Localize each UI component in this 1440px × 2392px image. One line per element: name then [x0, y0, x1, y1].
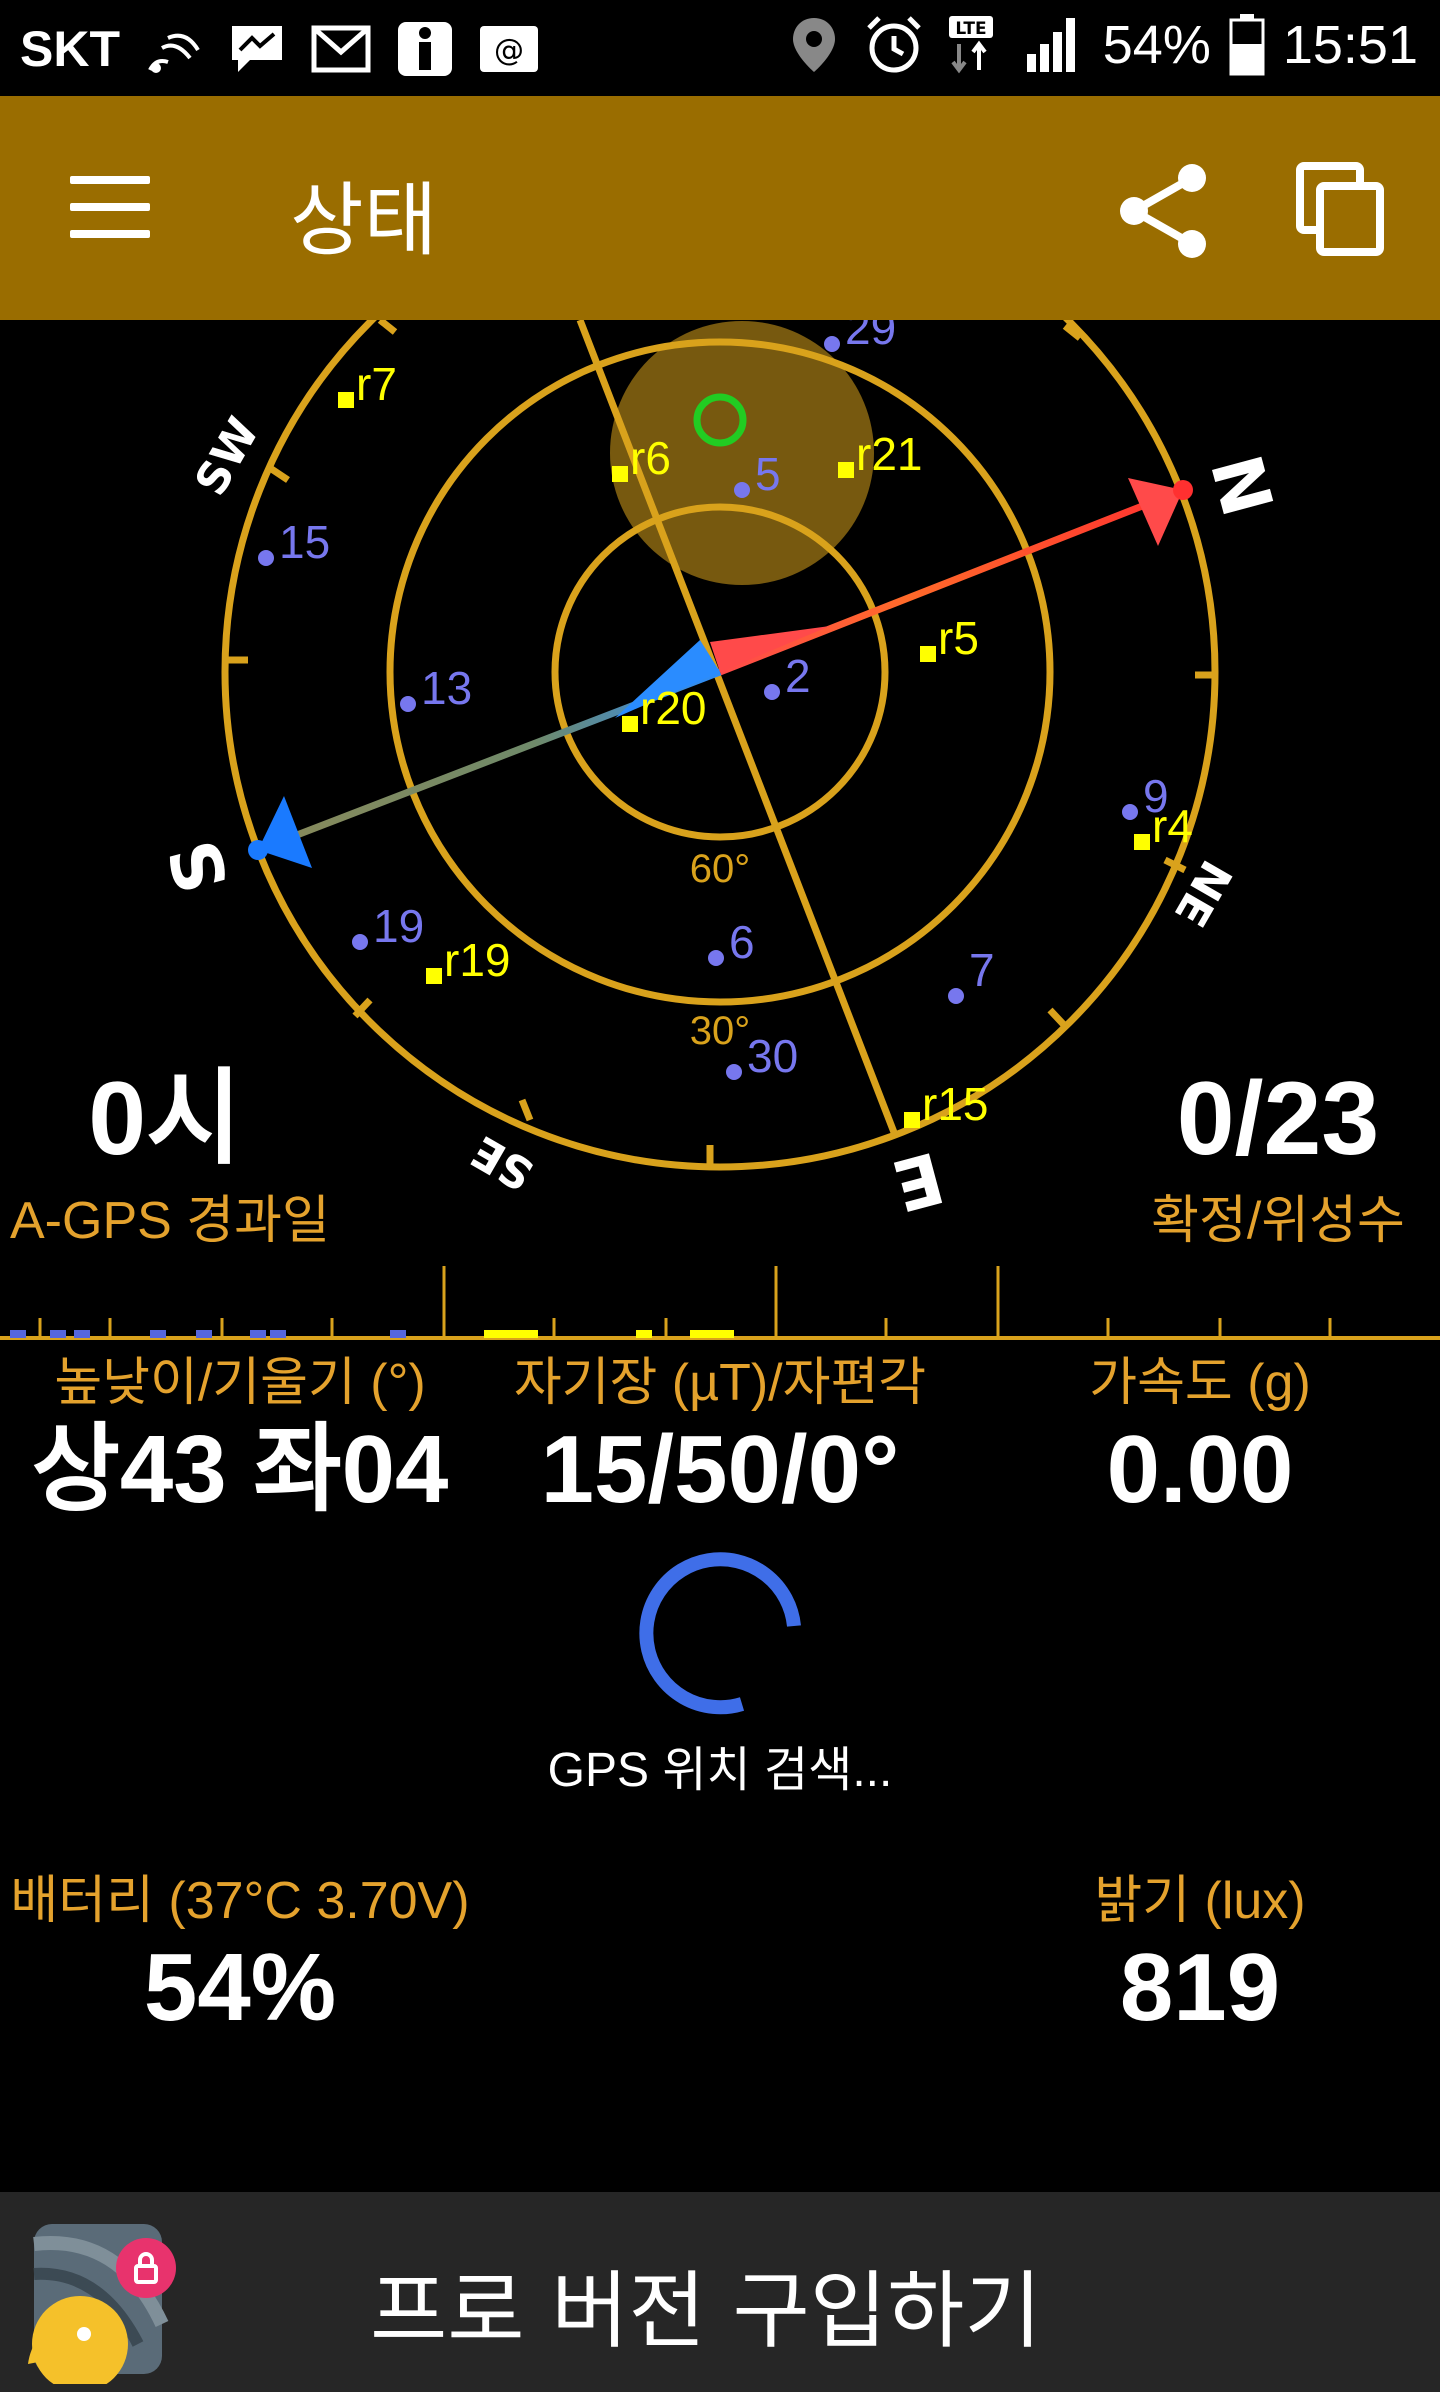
gps-satellite-label: 19	[373, 900, 424, 952]
glonass-satellite-label: r19	[444, 934, 510, 986]
gps-satellite-label: 2	[785, 650, 811, 702]
tilt-label: 높낮이/기울기 (°)	[54, 1354, 426, 1412]
agps-value: 0시	[88, 1061, 242, 1177]
needle-center-north	[710, 626, 830, 672]
buy-pro-button[interactable]: 프로 버전 구입하기	[0, 2192, 1440, 2392]
glonass-satellite	[920, 646, 936, 662]
info-app-icon	[398, 22, 452, 76]
share-icon[interactable]	[1108, 156, 1218, 266]
agps-label: A-GPS 경과일	[10, 1192, 330, 1250]
gps-satellite	[400, 696, 416, 712]
glonass-satellite-label: r15	[922, 1078, 988, 1130]
signal-strength-bar	[0, 1266, 1440, 1340]
gps-satellite-label: 7	[969, 944, 995, 996]
gps-satellite	[734, 482, 750, 498]
glonass-satellite-label: r7	[356, 358, 397, 410]
gps-satellite-label: 29	[845, 320, 896, 354]
status-bar: SKT @ LTE 54% 15:51	[0, 0, 1440, 96]
carrier-label: SKT	[20, 21, 120, 77]
gps-satellite-label: 15	[279, 516, 330, 568]
gps-satellite	[948, 988, 964, 1004]
location-icon	[792, 18, 835, 72]
fix-value: 0/23	[1176, 1061, 1380, 1177]
battery-panel: 배터리 (37°C 3.70V) 54%	[0, 1858, 480, 2043]
battery-value: 54%	[143, 1934, 337, 2041]
alarm-icon	[866, 16, 921, 73]
battery-label: 배터리 (37°C 3.70V)	[10, 1872, 470, 1930]
gmail-icon	[311, 25, 371, 73]
gps-status-text: GPS 위치 검색...	[547, 1744, 893, 1797]
glonass-satellite	[612, 466, 628, 482]
glonass-satellite-label: r20	[640, 682, 706, 734]
direction-se: SE	[463, 1125, 542, 1200]
glonass-satellite-label: r5	[938, 612, 979, 664]
glonass-satellite	[426, 968, 442, 984]
brightness-value: 819	[1119, 1934, 1281, 2041]
magnetic-label: 자기장 (µT)/자편각	[513, 1354, 927, 1412]
loading-spinner	[639, 1552, 801, 1715]
clock: 15:51	[1282, 15, 1418, 75]
glonass-satellite	[904, 1112, 920, 1128]
cast-icon	[148, 33, 200, 73]
battery-icon	[1229, 14, 1265, 76]
glonass-satellite	[1134, 834, 1150, 850]
glonass-satellite	[622, 716, 638, 732]
gps-satellite	[352, 934, 368, 950]
acceleration-value: 0.00	[1106, 1416, 1294, 1523]
glonass-satellite-label: r4	[1152, 800, 1193, 852]
gps-satellite	[726, 1064, 742, 1080]
fix-panel: 0/23 확정/위성수	[1130, 1060, 1426, 1253]
fix-label: 확정/위성수	[1151, 1192, 1405, 1250]
tilt-value: 상43 좌04	[31, 1416, 449, 1523]
magnetic-value: 15/50/0°	[540, 1416, 900, 1523]
svg-text:@: @	[494, 33, 524, 68]
battery-percent: 54%	[1102, 15, 1211, 75]
agps-panel: 0시 A-GPS 경과일	[10, 1060, 330, 1253]
gps-satellite	[824, 336, 840, 352]
signal-icon	[1026, 18, 1075, 72]
glonass-satellite	[338, 392, 354, 408]
lte-label: LTE	[955, 19, 986, 39]
page-title: 상태	[290, 174, 438, 267]
gps-satellite	[764, 684, 780, 700]
glonass-satellite-label: r21	[856, 428, 922, 480]
gps-satellite-label: 30	[747, 1030, 798, 1082]
messenger-icon	[232, 26, 282, 72]
gps-satellite-label: 6	[729, 916, 755, 968]
tilt-panel: 높낮이/기울기 (°) 상43 좌04	[0, 1340, 480, 1525]
copy-icon[interactable]	[1296, 162, 1392, 258]
lte-icon: LTE	[948, 16, 993, 74]
buy-pro-label: 프로 버전 구입하기	[370, 2262, 1042, 2360]
app-logo-icon	[28, 2224, 176, 2384]
magnetic-panel: 자기장 (µT)/자편각 15/50/0°	[470, 1340, 970, 1525]
email-icon: @	[480, 26, 538, 72]
app-bar: 상태	[0, 96, 1440, 320]
gps-satellite	[1122, 804, 1138, 820]
menu-icon[interactable]	[70, 176, 150, 242]
glonass-satellite	[838, 462, 854, 478]
elevation-label-60: 60°	[690, 847, 751, 891]
direction-s: S	[153, 831, 245, 901]
gps-satellite	[258, 550, 274, 566]
elevation-label-30: 30°	[690, 1009, 751, 1053]
gps-satellite-label: 13	[421, 662, 472, 714]
acceleration-label: 가속도 (g)	[1089, 1354, 1311, 1412]
gps-satellite	[708, 950, 724, 966]
direction-n: N	[1194, 447, 1288, 525]
glonass-satellite-label: r6	[630, 432, 671, 484]
direction-e: E	[885, 1135, 952, 1220]
gps-satellite-label: 5	[755, 448, 781, 500]
brightness-label: 밝기 (lux)	[1094, 1872, 1306, 1930]
acceleration-panel: 가속도 (g) 0.00	[1040, 1340, 1360, 1525]
brightness-panel: 밝기 (lux) 819	[1040, 1858, 1360, 2043]
